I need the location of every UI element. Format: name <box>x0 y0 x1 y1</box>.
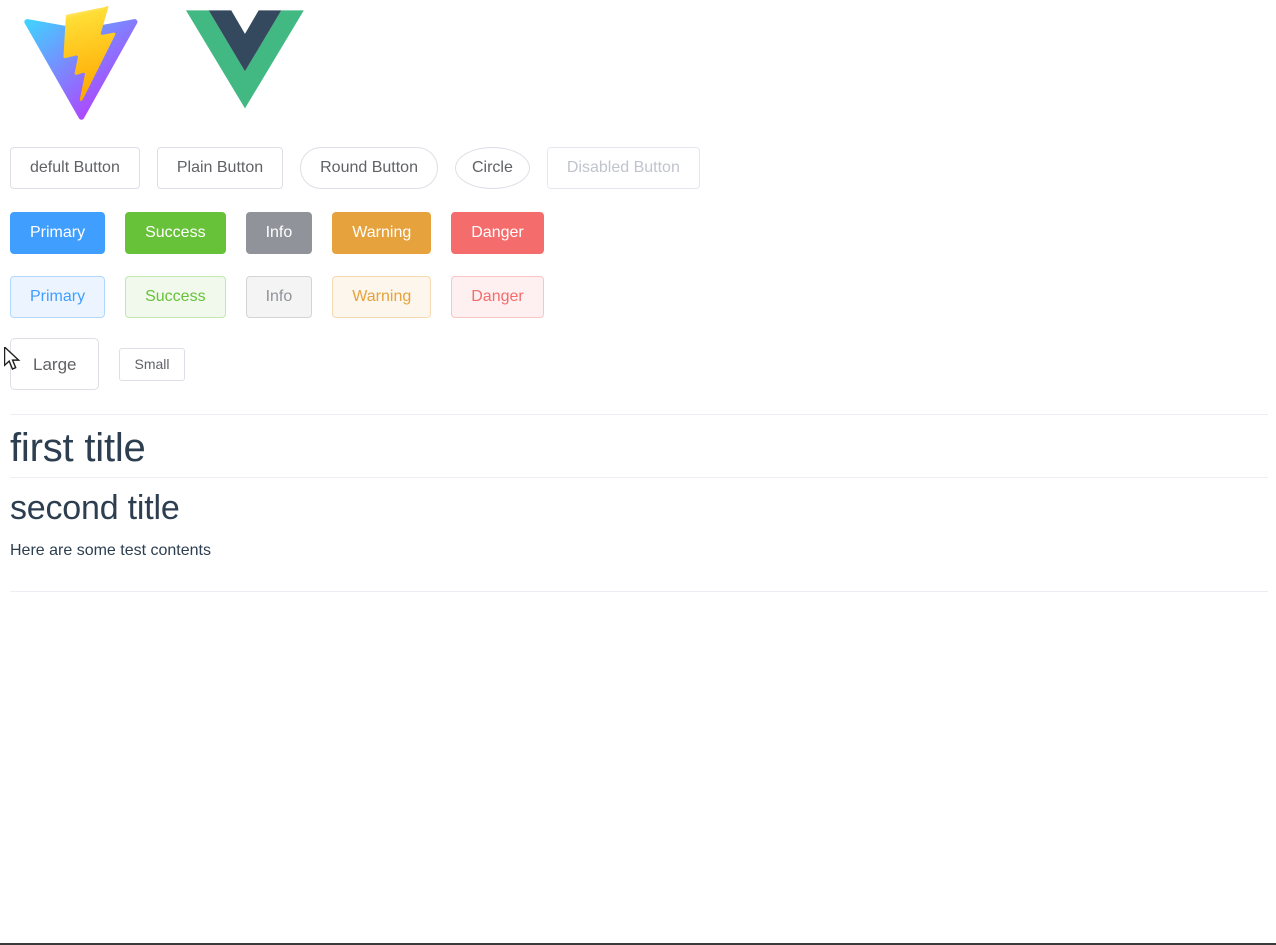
small-button[interactable]: Small <box>119 347 185 381</box>
success-button[interactable]: Success <box>125 212 226 254</box>
first-title-block: first title <box>10 414 1268 477</box>
vue-logo-link[interactable] <box>186 6 304 109</box>
vite-logo-link[interactable] <box>22 6 140 123</box>
vue-logo-icon <box>186 6 304 109</box>
content-paragraph: Here are some test contents <box>10 541 211 559</box>
large-button[interactable]: Large <box>10 338 100 390</box>
solid-button-row: Primary Success Info Warning Danger <box>10 212 544 254</box>
first-title: first title <box>10 426 146 470</box>
plain-button-row: Primary Success Info Warning Danger <box>10 276 544 318</box>
primary-plain-button[interactable]: Primary <box>10 276 106 318</box>
size-button-row: Large Small <box>10 338 185 390</box>
danger-button[interactable]: Danger <box>451 212 544 254</box>
info-button[interactable]: Info <box>245 212 313 254</box>
second-title: second title <box>10 489 180 527</box>
second-title-block: second title Here are some test contents <box>10 477 1268 562</box>
default-button-row: defult Button Plain Button Round Button … <box>10 147 700 189</box>
logo-row <box>22 6 304 123</box>
bottom-divider-block <box>10 591 1268 592</box>
circle-button[interactable]: Circle <box>454 147 530 189</box>
vite-logo-icon <box>22 6 140 123</box>
default-button[interactable]: defult Button <box>10 147 140 189</box>
disabled-button: Disabled Button <box>546 147 700 189</box>
app-root: defult Button Plain Button Round Button … <box>0 0 1276 945</box>
info-plain-button[interactable]: Info <box>245 276 313 318</box>
primary-button[interactable]: Primary <box>10 212 106 254</box>
danger-plain-button[interactable]: Danger <box>451 276 544 318</box>
divider-bottom <box>10 591 1268 592</box>
warning-button[interactable]: Warning <box>332 212 432 254</box>
plain-button[interactable]: Plain Button <box>156 147 284 189</box>
warning-plain-button[interactable]: Warning <box>332 276 432 318</box>
round-button[interactable]: Round Button <box>300 147 438 189</box>
success-plain-button[interactable]: Success <box>125 276 226 318</box>
